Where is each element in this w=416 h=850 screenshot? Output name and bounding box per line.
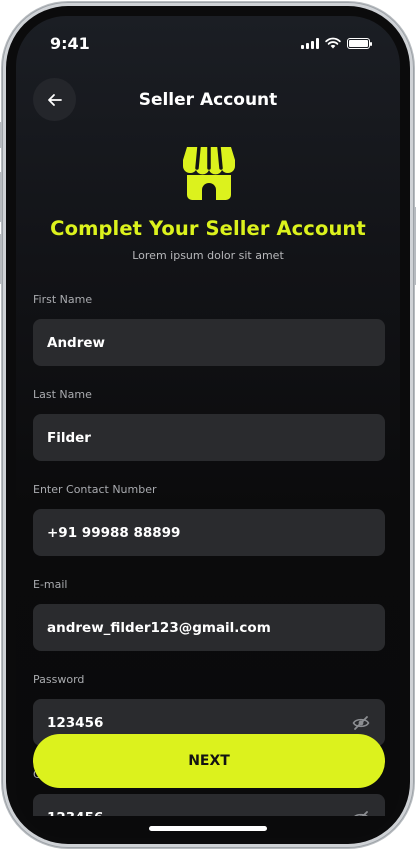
next-button[interactable]: NEXT bbox=[33, 734, 385, 788]
silent-switch bbox=[0, 122, 2, 148]
volume-down-button bbox=[0, 234, 2, 284]
last-name-label: Last Name bbox=[33, 388, 92, 401]
volume-up-button bbox=[0, 172, 2, 222]
seller-form: First Name Andrew Last Name Filder Enter… bbox=[16, 16, 400, 816]
first-name-field[interactable]: Andrew bbox=[33, 319, 385, 366]
confirm-password-value[interactable]: 123456 bbox=[47, 810, 351, 817]
email-label: E-mail bbox=[33, 578, 68, 591]
first-name-value[interactable]: Andrew bbox=[47, 335, 371, 351]
last-name-field[interactable]: Filder bbox=[33, 414, 385, 461]
password-label: Password bbox=[33, 673, 85, 686]
app-screen: 9:41 Seller Account Complet Your Seller … bbox=[16, 16, 400, 838]
email-value[interactable]: andrew_filder123@gmail.com bbox=[47, 620, 371, 636]
phone-frame: 9:41 Seller Account Complet Your Seller … bbox=[0, 2, 416, 848]
contact-number-label: Enter Contact Number bbox=[33, 483, 157, 496]
home-indicator bbox=[149, 826, 267, 831]
last-name-value[interactable]: Filder bbox=[47, 430, 371, 446]
eye-off-icon[interactable] bbox=[351, 713, 371, 733]
first-name-label: First Name bbox=[33, 293, 93, 306]
password-value[interactable]: 123456 bbox=[47, 715, 351, 731]
eye-off-icon[interactable] bbox=[351, 808, 371, 816]
confirm-password-field[interactable]: 123456 bbox=[33, 794, 385, 816]
contact-number-field[interactable]: +91 99988 88899 bbox=[33, 509, 385, 556]
contact-number-value[interactable]: +91 99988 88899 bbox=[47, 525, 371, 541]
email-field[interactable]: andrew_filder123@gmail.com bbox=[33, 604, 385, 651]
